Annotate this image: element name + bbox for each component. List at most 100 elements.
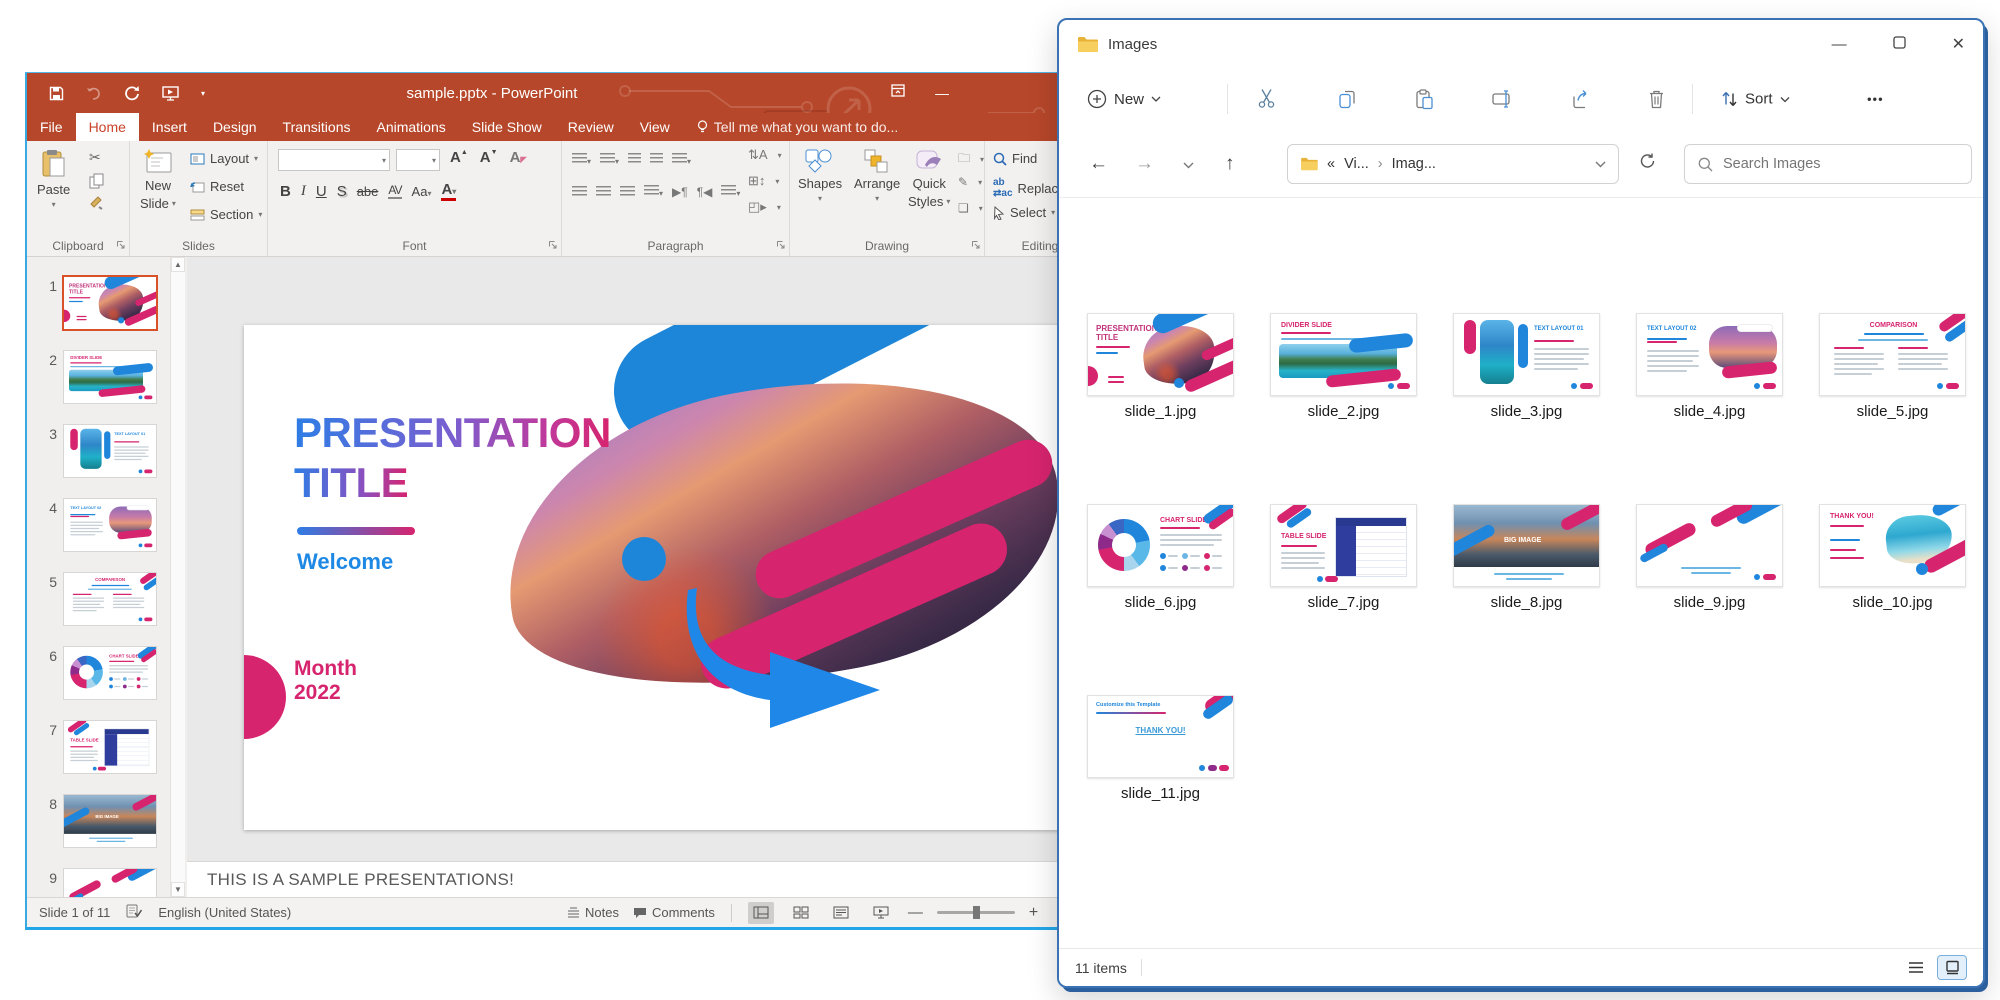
recent-locations-chevron-icon[interactable] [1183, 153, 1194, 175]
redo-icon[interactable] [124, 85, 140, 101]
paste-icon[interactable] [1414, 89, 1435, 110]
slide-sorter-view-button[interactable] [788, 902, 814, 924]
sort-button[interactable]: Sort [1721, 91, 1790, 108]
details-view-button[interactable] [1901, 955, 1931, 980]
slide-panel-item-5[interactable]: 5 COMPARISON [35, 573, 156, 625]
slide-panel-item-6[interactable]: 6 CHART SLIDE [35, 647, 156, 699]
normal-view-button[interactable] [748, 902, 774, 924]
share-icon[interactable] [1570, 89, 1591, 110]
file-item[interactable]: slide_9.jpg [1636, 504, 1783, 611]
zoom-out-icon[interactable]: — [908, 904, 923, 921]
font-dialog-launcher-icon[interactable] [548, 237, 557, 252]
file-item[interactable]: THANK YOU! slide_10.jpg [1819, 504, 1966, 611]
breadcrumb-current[interactable]: Imag... [1392, 156, 1436, 172]
slide-thumbnail-1[interactable]: PRESENTATION TITLE [64, 277, 156, 329]
file-thumbnail-slide-7[interactable]: TABLE SLIDE [1270, 504, 1417, 587]
file-thumbnail-slide-9[interactable] [1636, 504, 1783, 587]
tab-view[interactable]: View [627, 113, 683, 141]
paste-button[interactable]: Paste ▾ [37, 149, 70, 209]
tab-review[interactable]: Review [555, 113, 627, 141]
file-thumbnail-slide-3[interactable]: TEXT LAYOUT 01 [1453, 313, 1600, 396]
clear-formatting-icon[interactable]: A◤ [510, 149, 527, 166]
bold-button[interactable]: B [280, 183, 291, 200]
large-icons-view-button[interactable] [1937, 955, 1967, 980]
file-item[interactable]: TABLE SLIDE slide_7.jpg [1270, 504, 1417, 611]
minimize-window-icon[interactable]: — [935, 85, 949, 101]
clipboard-dialog-launcher-icon[interactable] [116, 237, 125, 252]
reading-view-button[interactable] [828, 902, 854, 924]
tab-file[interactable]: File [27, 113, 76, 141]
shapes-button[interactable]: Shapes▾ [798, 149, 842, 203]
slide-thumbnail-3[interactable]: TEXT LAYOUT 01 [64, 425, 156, 477]
new-slide-button[interactable]: New Slide▾ [140, 149, 176, 211]
file-item[interactable]: TEXT LAYOUT 02 slide_4.jpg [1636, 313, 1783, 420]
tab-transitions[interactable]: Transitions [270, 113, 364, 141]
scroll-up-icon[interactable]: ▲ [171, 257, 185, 272]
customize-quick-access-icon[interactable]: ▾ [201, 89, 205, 98]
smartart-convert-icon[interactable]: ◰▸ [748, 199, 767, 215]
language-indicator[interactable]: English (United States) [158, 905, 291, 920]
slide-thumbnail-7[interactable]: TABLE SLIDE [64, 721, 156, 773]
ribbon-display-options-icon[interactable] [891, 84, 905, 102]
cut-icon[interactable]: ✂ [89, 149, 101, 166]
slideshow-view-button[interactable] [868, 902, 894, 924]
slide-thumbnail-6[interactable]: CHART SLIDE [64, 647, 156, 699]
tab-insert[interactable]: Insert [139, 113, 200, 141]
tab-home[interactable]: Home [76, 113, 139, 141]
file-item[interactable]: PRESENTATION TITLE slide_1.jpg [1087, 313, 1234, 420]
copy-icon[interactable] [89, 173, 104, 192]
forward-icon[interactable]: → [1135, 153, 1154, 175]
address-dropdown-chevron-icon[interactable] [1595, 156, 1606, 172]
file-thumbnail-slide-2[interactable]: DIVIDER SLIDE [1270, 313, 1417, 396]
text-direction-icon[interactable]: ⇅A [748, 147, 768, 163]
new-button[interactable]: New [1087, 89, 1161, 109]
delete-icon[interactable] [1647, 89, 1666, 110]
address-bar[interactable]: « Vi... › Imag... [1287, 144, 1619, 184]
file-item[interactable]: TEXT LAYOUT 01 slide_3.jpg [1453, 313, 1600, 420]
notes-pane[interactable]: THIS IS A SAMPLE PRESENTATIONS! [187, 861, 1199, 897]
slide-thumbnail-4[interactable]: TEXT LAYOUT 02 [64, 499, 156, 551]
refresh-icon[interactable] [1639, 152, 1656, 175]
replace-button[interactable]: ab⇄acReplace [993, 177, 1065, 199]
character-spacing-button[interactable]: AV [388, 183, 401, 199]
text-shadow-button[interactable]: S [337, 183, 347, 200]
zoom-in-icon[interactable]: + [1029, 904, 1038, 922]
increase-indent-icon[interactable] [650, 151, 663, 168]
slide-panel-item-8[interactable]: 8 BIG IMAGE [35, 795, 156, 847]
shape-outline-icon[interactable]: ✎ [958, 175, 968, 189]
quick-styles-button[interactable]: Quick Styles▾ [908, 149, 950, 209]
file-thumbnail-slide-4[interactable]: TEXT LAYOUT 02 [1636, 313, 1783, 396]
slide-thumbnail-2[interactable]: DIVIDER SLIDE [64, 351, 156, 403]
columns-icon[interactable]: ▾ [721, 183, 740, 200]
tell-me-box[interactable]: Tell me what you want to do... [683, 113, 898, 141]
file-item[interactable]: COMPARISON slide_5.jpg [1819, 313, 1966, 420]
file-thumbnail-slide-11[interactable]: Customize this Template THANK YOU! [1087, 695, 1234, 778]
select-button[interactable]: Select▾ [993, 205, 1055, 220]
undo-icon[interactable] [86, 87, 102, 100]
start-slideshow-icon[interactable] [162, 86, 179, 101]
align-left-icon[interactable] [572, 186, 587, 197]
tab-animations[interactable]: Animations [363, 113, 458, 141]
zoom-slider[interactable] [937, 911, 1015, 914]
breadcrumb-parent[interactable]: Vi... [1344, 156, 1369, 172]
file-thumbnail-slide-10[interactable]: THANK YOU! [1819, 504, 1966, 587]
decrease-indent-icon[interactable] [628, 151, 641, 168]
cut-icon[interactable] [1257, 89, 1278, 110]
justify-icon[interactable]: ▾ [644, 183, 663, 200]
search-box[interactable] [1684, 144, 1972, 184]
back-icon[interactable]: ← [1089, 153, 1108, 175]
numbering-icon[interactable]: ▾ [600, 151, 619, 168]
scroll-down-icon[interactable]: ▼ [171, 882, 185, 897]
ltr-direction-icon[interactable]: ▶¶ [672, 185, 688, 199]
shape-fill-icon[interactable]: 🗀 [958, 149, 970, 170]
drawing-dialog-launcher-icon[interactable] [971, 237, 980, 252]
slide-panel-item-2[interactable]: 2 DIVIDER SLIDE [35, 351, 156, 403]
section-button[interactable]: Section▾ [190, 207, 262, 222]
tab-slide-show[interactable]: Slide Show [459, 113, 555, 141]
file-thumbnail-slide-5[interactable]: COMPARISON [1819, 313, 1966, 396]
shrink-font-icon[interactable]: A▼ [480, 149, 498, 166]
slide-thumbnail-5[interactable]: COMPARISON [64, 573, 156, 625]
breadcrumb-collapsed[interactable]: « [1327, 156, 1335, 172]
minimize-icon[interactable]: — [1832, 36, 1847, 53]
search-input[interactable] [1723, 156, 1923, 172]
